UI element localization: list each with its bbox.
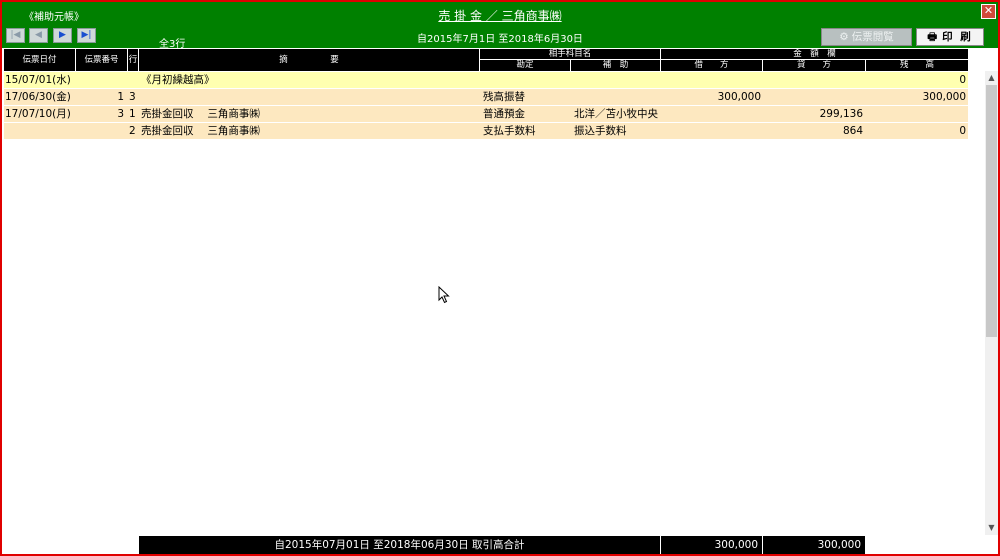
cell-balance: 300,000 <box>922 91 966 103</box>
row-count: 全3行 <box>159 39 186 50</box>
cell-line <box>129 72 139 88</box>
cell-credit <box>763 72 863 88</box>
cell-line: 3 <box>129 91 136 103</box>
cell-account <box>483 72 571 88</box>
cell-description: 《月初繰越高》 <box>141 74 215 86</box>
cell-sub-account <box>574 89 660 105</box>
col-header-description: 摘 要 <box>139 49 480 71</box>
cell-voucher: 1 <box>117 91 124 103</box>
col-header-counter-account: 勘定 <box>480 60 571 71</box>
cell-sub-account <box>574 72 660 88</box>
cell-debit <box>661 106 761 122</box>
cell-line: 2 <box>129 125 136 137</box>
scroll-up-icon[interactable]: ▲ <box>985 71 998 85</box>
col-header-amount-group: 金 額 欄 <box>661 49 968 60</box>
footer-credit-total: 300,000 <box>763 536 866 554</box>
cell-account: 普通預金 <box>483 108 525 120</box>
cell-date <box>5 123 75 139</box>
cell-description <box>141 89 479 105</box>
cell-voucher: 3 <box>117 108 124 120</box>
col-header-credit: 貸 方 <box>763 60 866 71</box>
scrollbar-thumb[interactable] <box>986 85 997 337</box>
col-header-debit: 借 方 <box>661 60 763 71</box>
cell-sub-account: 振込手数料 <box>574 125 627 137</box>
table-row[interactable]: 15/07/01(水) 《月初繰越高》 0 <box>4 72 968 88</box>
cell-description: 売掛金回収 三角商事㈱ <box>141 108 260 120</box>
ledger-title: 売 掛 金 ／ 三角商事㈱ <box>438 9 562 23</box>
cell-description: 売掛金回収 三角商事㈱ <box>141 125 260 137</box>
cell-voucher <box>76 72 124 88</box>
voucher-view-label: 伝票閲覧 <box>851 31 894 43</box>
col-header-counter-group: 相手科目名 <box>480 49 661 60</box>
cell-debit <box>661 72 761 88</box>
cell-balance: 0 <box>959 74 966 86</box>
window-frame: 《補助元帳》 売 掛 金 ／ 三角商事㈱ 自2015年7月1日 至2018年6月… <box>0 0 1000 556</box>
col-header-counter-sub: 補 助 <box>571 60 661 71</box>
cell-account: 支払手数料 <box>483 125 536 137</box>
print-label: 印 刷 <box>942 31 973 43</box>
printer-icon: 🖶 <box>927 31 940 43</box>
nav-prev-button[interactable]: ◀ <box>29 28 48 43</box>
footer-debit-total: 300,000 <box>661 536 763 554</box>
cell-credit: 299,136 <box>819 108 863 120</box>
col-header-date: 伝票日付 <box>4 49 76 71</box>
nav-next-button[interactable]: ▶ <box>53 28 72 43</box>
cell-sub-account: 北洋／苫小牧中央 <box>574 108 658 120</box>
col-header-voucher-no: 伝票番号 <box>76 49 128 71</box>
cell-date: 17/06/30(金) <box>5 91 71 103</box>
cell-credit <box>763 89 863 105</box>
nav-last-button[interactable]: ▶| <box>77 28 96 43</box>
mouse-cursor-icon <box>438 286 450 304</box>
header-bar: 《補助元帳》 売 掛 金 ／ 三角商事㈱ 自2015年7月1日 至2018年6月… <box>2 2 998 50</box>
table-row[interactable]: 2 売掛金回収 三角商事㈱ 支払手数料 振込手数料 864 0 <box>4 123 968 139</box>
table-row[interactable]: 17/06/30(金) 1 3 残高振替 300,000 300,000 <box>4 89 968 105</box>
footer-total-label: 自2015年07月01日 至2018年06月30日 取引高合計 <box>139 536 661 554</box>
cell-credit: 864 <box>842 125 863 137</box>
col-header-balance: 残 高 <box>866 60 968 71</box>
cell-balance <box>866 106 966 122</box>
close-button[interactable]: ✕ <box>981 4 996 19</box>
voucher-view-button[interactable]: ⚙ 伝票閲覧 <box>821 28 912 46</box>
cell-voucher <box>76 123 124 139</box>
gear-icon: ⚙ <box>839 31 849 43</box>
cell-debit: 300,000 <box>717 91 761 103</box>
scroll-down-icon[interactable]: ▼ <box>985 521 998 535</box>
cell-account: 残高振替 <box>483 91 525 103</box>
cell-line: 1 <box>129 108 136 120</box>
cell-debit <box>661 123 761 139</box>
col-header-line: 行 <box>128 49 139 71</box>
print-button[interactable]: 🖶 印 刷 <box>916 28 984 46</box>
cell-date: 15/07/01(水) <box>5 74 71 86</box>
table-row[interactable]: 17/07/10(月) 3 1 売掛金回収 三角商事㈱ 普通預金 北洋／苫小牧中… <box>4 106 968 122</box>
page-title: 売 掛 金 ／ 三角商事㈱ <box>2 7 998 24</box>
vertical-scrollbar[interactable]: ▲ ▼ <box>985 71 998 535</box>
cell-date: 17/07/10(月) <box>5 108 71 120</box>
nav-first-button[interactable]: |◀ <box>6 28 25 43</box>
cell-balance: 0 <box>959 125 966 137</box>
